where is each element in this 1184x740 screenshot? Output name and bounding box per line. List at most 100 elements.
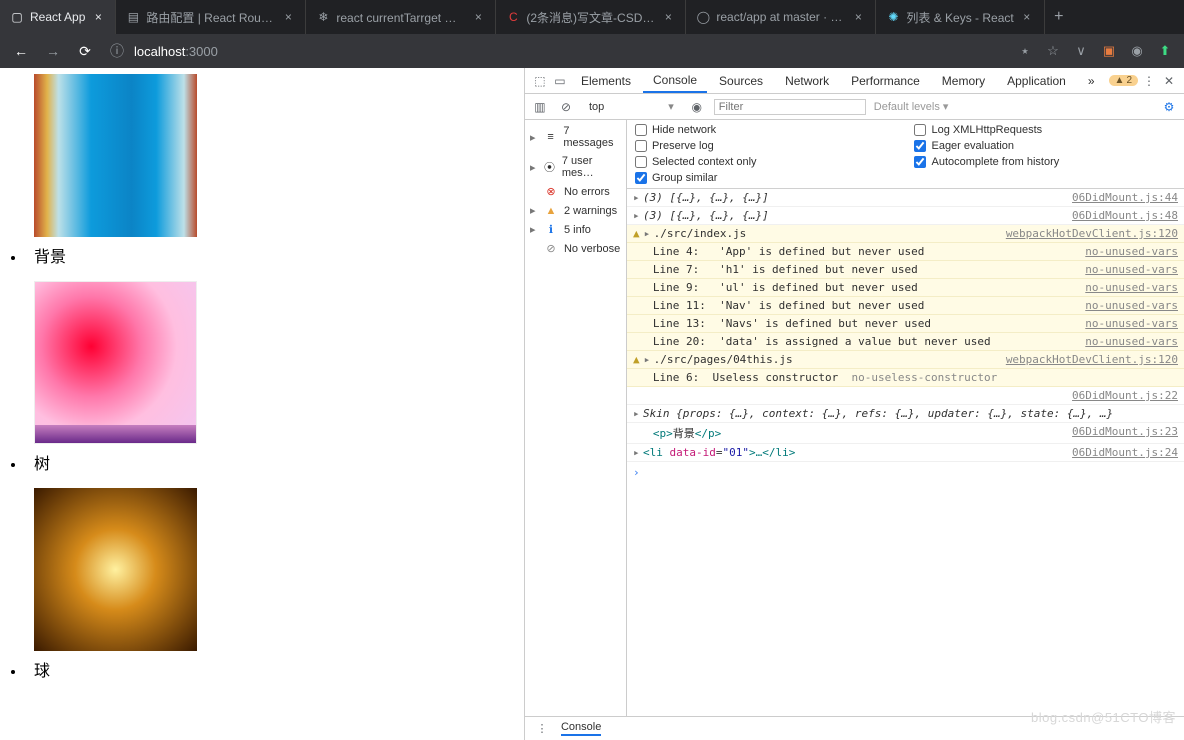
close-icon[interactable]: × — [661, 10, 675, 24]
tab-sources[interactable]: Sources — [709, 68, 773, 93]
browser-tab-0[interactable]: ▢ React App × — [0, 0, 116, 34]
list-item: 球 — [26, 488, 524, 681]
browser-tab-bar: ▢ React App × ▤路由配置 | React Router 中文× ❄ re… — [0, 0, 1184, 34]
tab-title: React App — [30, 10, 85, 24]
log-row[interactable]: ▸(3) [{…}, {…}, {…}]06DidMount.js:44 — [627, 189, 1184, 207]
warn-row[interactable]: ▲▸./src/pages/04this.jswebpackHotDevClie… — [627, 351, 1184, 369]
sidebar-item-info[interactable]: ▸ℹ5 info — [529, 220, 622, 239]
profile-icon[interactable]: ◉ — [1128, 42, 1146, 60]
tab-elements[interactable]: Elements — [571, 68, 641, 93]
warnings-badge[interactable]: ▲2 — [1109, 75, 1138, 86]
list-item: 树 — [26, 281, 524, 474]
tab-application[interactable]: Application — [997, 68, 1076, 93]
browser-tab-1[interactable]: ▤路由配置 | React Router 中文× — [116, 0, 306, 34]
browser-tab-3[interactable]: C (2条消息)写文章-CSDN博客 × — [496, 0, 686, 34]
console-output[interactable]: ▸(3) [{…}, {…}, {…}]06DidMount.js:44 ▸(3… — [627, 189, 1184, 716]
warn-line: Line 4: 'App' is defined but never usedn… — [627, 243, 1184, 261]
close-icon[interactable]: × — [281, 10, 295, 24]
warn-line: Line 6: Useless constructor no-useless-c… — [627, 369, 1184, 387]
image-ball — [34, 488, 197, 651]
info-icon[interactable]: ⓘ — [106, 40, 128, 62]
sidebar-item-verbose[interactable]: ⊘No verbose — [529, 239, 622, 258]
ck-hide-network[interactable]: Hide network — [635, 124, 897, 136]
filter-input[interactable] — [714, 99, 866, 115]
close-icon[interactable]: × — [91, 10, 105, 24]
levels-selector[interactable]: Default levels ▾ — [874, 100, 949, 113]
more-icon[interactable]: ⋮ — [1140, 72, 1158, 90]
ck-autocomplete[interactable]: Autocomplete from history — [914, 156, 1176, 168]
page-icon: ▢ — [10, 10, 24, 24]
ext2-icon[interactable]: ▣ — [1100, 42, 1118, 60]
ck-preserve-log[interactable]: Preserve log — [635, 140, 897, 152]
log-row[interactable]: ▸(3) [{…}, {…}, {…}]06DidMount.js:48 — [627, 207, 1184, 225]
image-bg — [34, 74, 197, 237]
devtools-statusbar: ⋮ Console — [525, 716, 1184, 740]
page-icon: ▤ — [126, 10, 140, 24]
list-item: 背景 — [26, 74, 524, 267]
console-settings: Hide network Log XMLHttpRequests Preserv… — [627, 120, 1184, 189]
inspect-icon[interactable]: ⬚ — [531, 72, 549, 90]
ext3-icon[interactable]: ⬆ — [1156, 42, 1174, 60]
clear-console-icon[interactable]: ⊘ — [557, 98, 575, 116]
reload-button[interactable]: ⟳ — [74, 40, 96, 62]
back-button[interactable]: ← — [10, 40, 32, 62]
devtools-tabs: ⬚ ▭ Elements Console Sources Network Per… — [525, 68, 1184, 94]
image-tree — [34, 281, 197, 444]
sidebar-toggle-icon[interactable]: ▥ — [531, 98, 549, 116]
log-row[interactable]: ▸<li data-id="01">…</li>06DidMount.js:24 — [627, 444, 1184, 462]
warn-line: Line 11: 'Nav' is defined but never used… — [627, 297, 1184, 315]
console-prompt[interactable]: › — [627, 462, 1184, 483]
ck-selected-ctx[interactable]: Selected context only — [635, 156, 897, 168]
warn-line: Line 13: 'Navs' is defined but never use… — [627, 315, 1184, 333]
page-icon: C — [506, 10, 520, 24]
caption: 背景 — [34, 243, 524, 267]
tab-title: (2条消息)写文章-CSDN博客 — [526, 9, 655, 26]
tab-title: react currentTarrget 和targe — [336, 9, 465, 26]
context-selector[interactable]: top ▾ — [583, 100, 680, 113]
console-sidebar: ▸≡7 messages ▸⦿7 user mes… ⊗No errors ▸▲… — [525, 120, 627, 716]
browser-tab-5[interactable]: ✺列表 & Keys - React× — [876, 0, 1044, 34]
tab-network[interactable]: Network — [775, 68, 839, 93]
caption: 树 — [34, 450, 524, 474]
ck-log-xhr[interactable]: Log XMLHttpRequests — [914, 124, 1176, 136]
settings-gear-icon[interactable]: ⚙ — [1160, 98, 1178, 116]
bookmark-icon[interactable]: ☆ — [1044, 42, 1062, 60]
close-icon[interactable]: × — [471, 10, 485, 24]
ck-group-similar[interactable]: Group similar — [635, 172, 897, 184]
page-icon: ❄ — [316, 10, 330, 24]
close-icon[interactable]: × — [851, 10, 865, 24]
device-icon[interactable]: ▭ — [551, 72, 569, 90]
translate-icon[interactable]: ⭑ — [1016, 42, 1034, 60]
url-box[interactable]: ⓘ localhost:3000 — [106, 40, 1006, 62]
console-toolbar: ▥ ⊘ top ▾ ◉ Default levels ▾ ⚙ — [525, 94, 1184, 120]
new-tab-button[interactable]: + — [1045, 0, 1073, 34]
sidebar-item-user[interactable]: ▸⦿7 user mes… — [529, 152, 622, 182]
tab-memory[interactable]: Memory — [932, 68, 995, 93]
ck-eager-eval[interactable]: Eager evaluation — [914, 140, 1176, 152]
close-devtools-icon[interactable]: ✕ — [1160, 72, 1178, 90]
tab-console[interactable]: Console — [643, 68, 707, 93]
warn-line: Line 7: 'h1' is defined but never usedno… — [627, 261, 1184, 279]
log-row[interactable]: <p>背景</p>06DidMount.js:23 — [627, 423, 1184, 444]
page-icon: ◯ — [696, 10, 710, 24]
ext1-icon[interactable]: ∨ — [1072, 42, 1090, 60]
tab-performance[interactable]: Performance — [841, 68, 930, 93]
warn-row[interactable]: ▲▸./src/index.jswebpackHotDevClient.js:1… — [627, 225, 1184, 243]
devtools-panel: ⬚ ▭ Elements Console Sources Network Per… — [524, 68, 1184, 740]
status-more-icon[interactable]: ⋮ — [533, 720, 551, 738]
live-expr-icon[interactable]: ◉ — [688, 98, 706, 116]
warn-line: Line 9: 'ul' is defined but never usedno… — [627, 279, 1184, 297]
browser-tab-4[interactable]: ◯react/app at master · react-× — [686, 0, 876, 34]
log-row[interactable]: ▸Skin {props: {…}, context: {…}, refs: {… — [627, 405, 1184, 423]
browser-tab-2[interactable]: ❄ react currentTarrget 和targe × — [306, 0, 496, 34]
tab-overflow[interactable]: » — [1078, 68, 1105, 93]
sidebar-item-messages[interactable]: ▸≡7 messages — [529, 122, 622, 152]
address-bar-right: ⭑ ☆ ∨ ▣ ◉ ⬆ — [1016, 42, 1174, 60]
status-console-label[interactable]: Console — [561, 721, 601, 736]
close-icon[interactable]: × — [1020, 10, 1034, 24]
log-row: 06DidMount.js:22 — [627, 387, 1184, 405]
sidebar-item-warnings[interactable]: ▸▲2 warnings — [529, 201, 622, 220]
sidebar-item-errors[interactable]: ⊗No errors — [529, 182, 622, 201]
image-list: 背景 树 球 — [6, 74, 524, 681]
forward-button[interactable]: → — [42, 40, 64, 62]
